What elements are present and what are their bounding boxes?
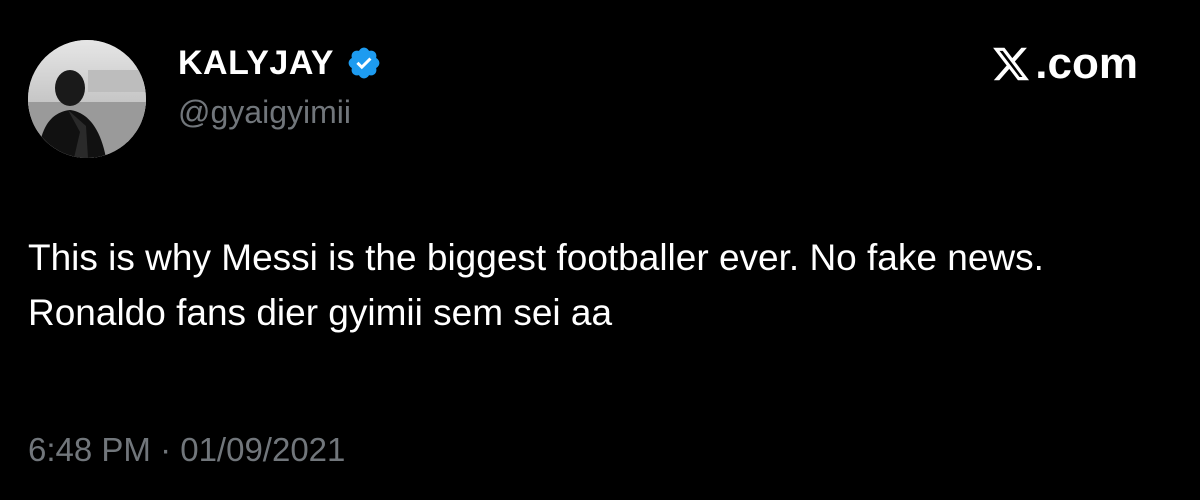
- x-logo-icon: [991, 44, 1031, 84]
- author-name-row: KALYJAY: [178, 38, 382, 88]
- tweet-text: This is why Messi is the biggest footbal…: [28, 237, 1044, 333]
- tweet-card: KALYJAY @gyaigyimii .com This is why Mes…: [0, 0, 1200, 500]
- avatar[interactable]: [28, 40, 146, 158]
- author-display-name[interactable]: KALYJAY: [178, 46, 334, 80]
- author-handle[interactable]: @gyaigyimii: [178, 96, 351, 128]
- avatar-photo: [28, 40, 146, 158]
- verified-badge-icon: [346, 45, 382, 81]
- tweet-timestamp[interactable]: 6:48 PM · 01/09/2021: [28, 433, 345, 466]
- site-domain-label: .com: [1035, 39, 1138, 88]
- site-branding: .com: [991, 36, 1138, 92]
